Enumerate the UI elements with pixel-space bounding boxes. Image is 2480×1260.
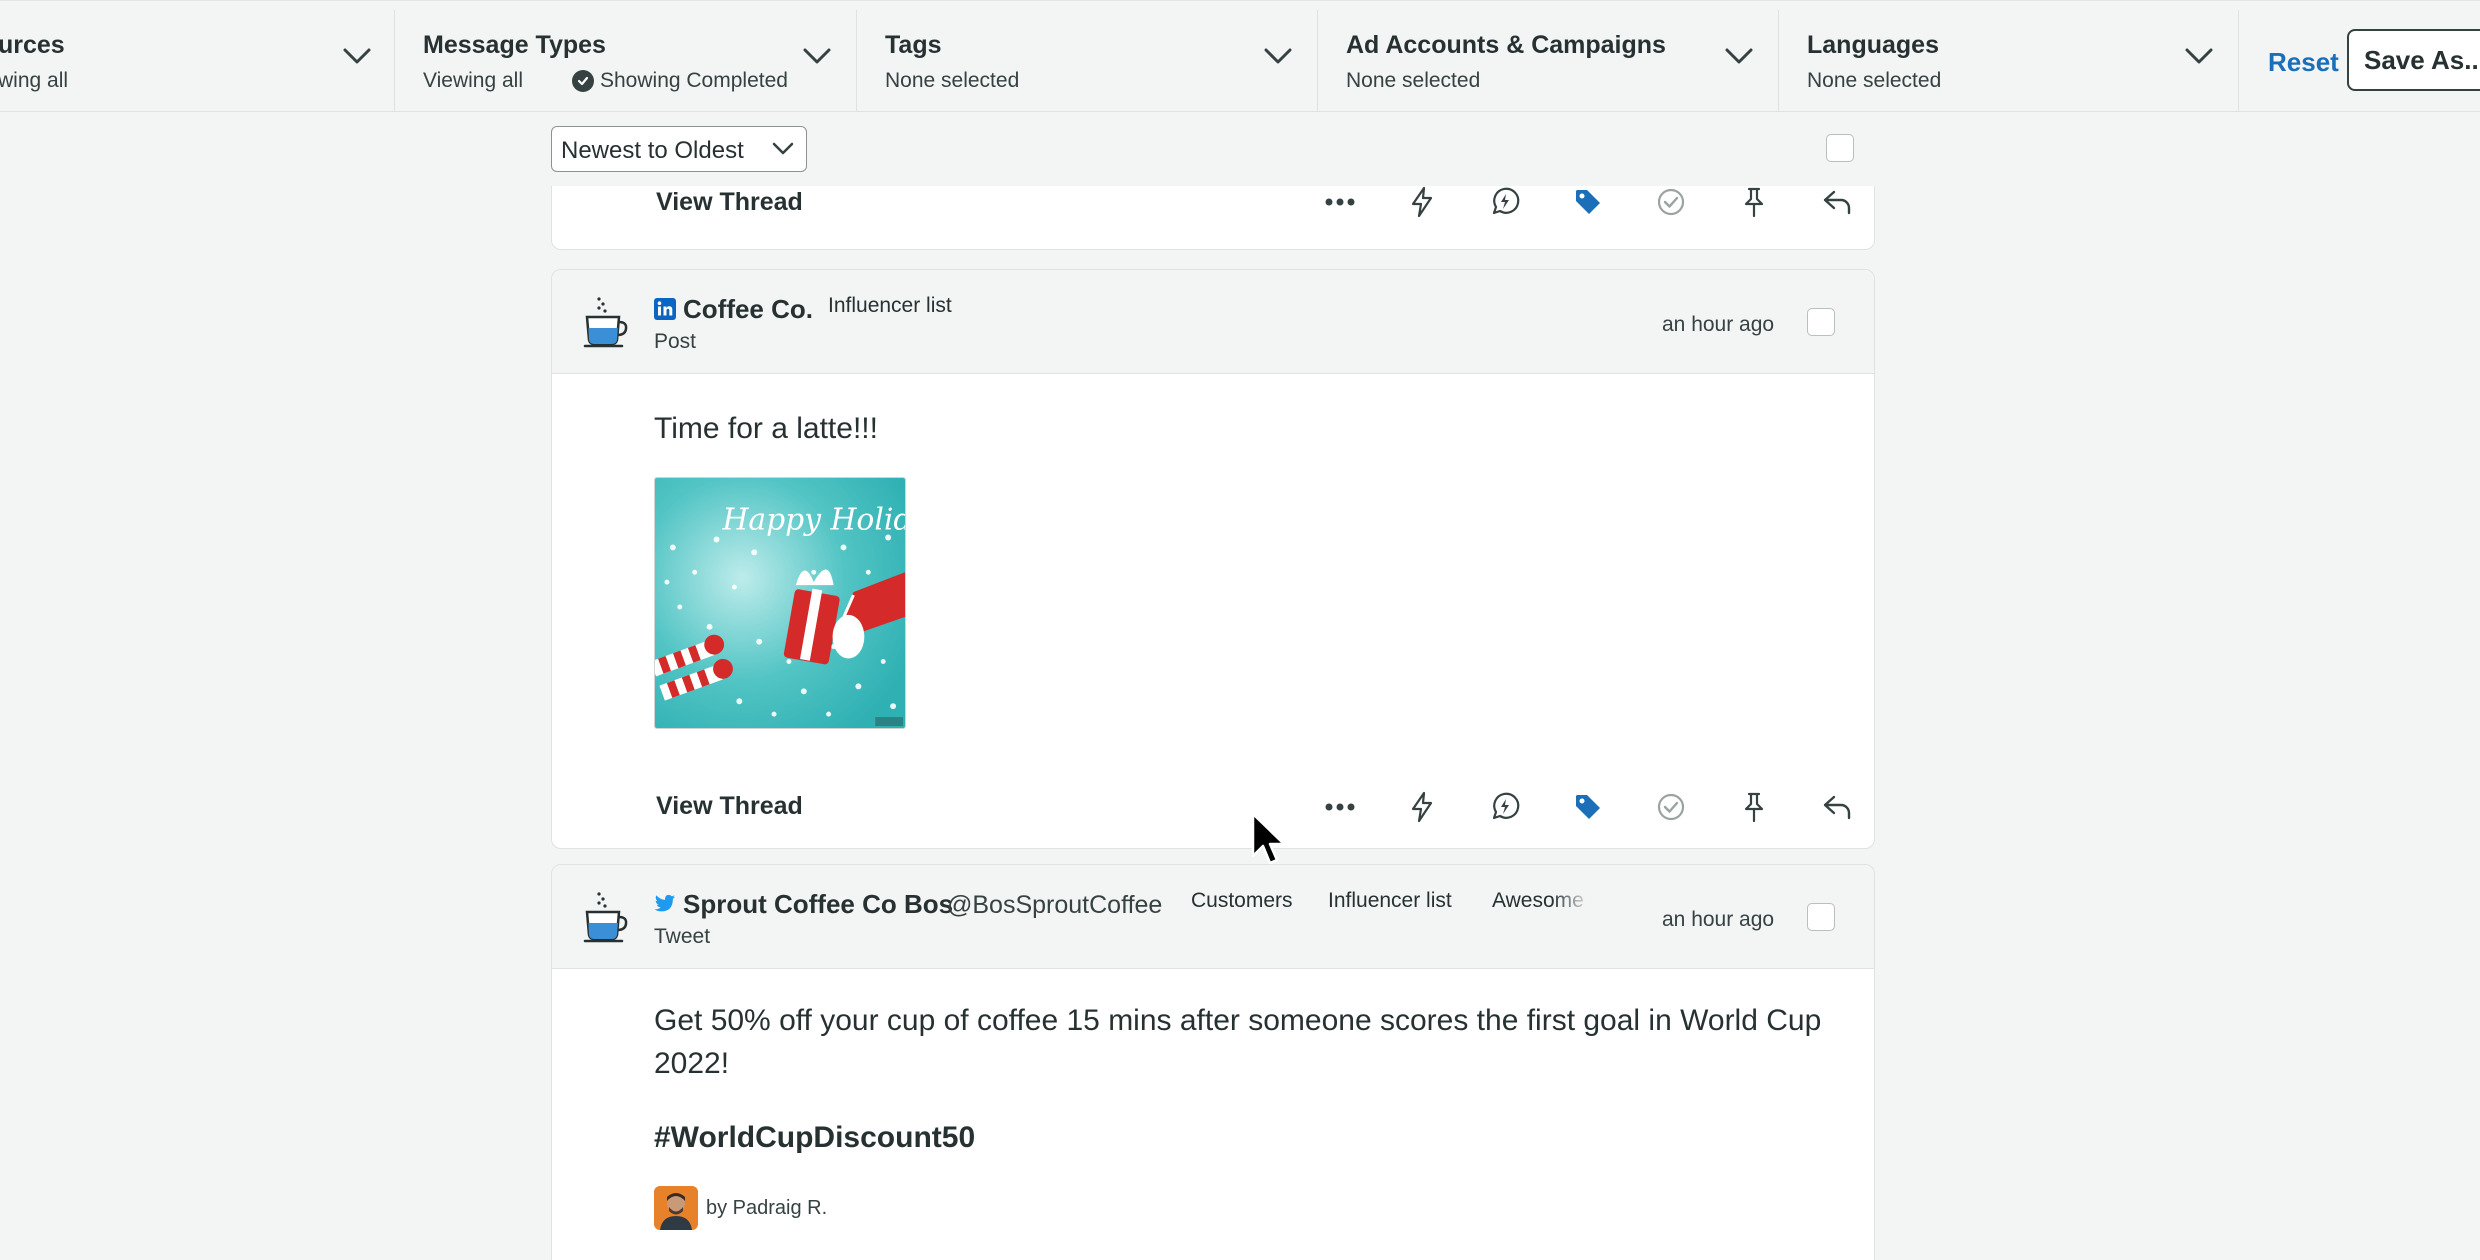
filter-bar: urces wing all Message Types Viewing all…: [0, 0, 2480, 112]
reset-link[interactable]: Reset: [2268, 47, 2339, 78]
author-name[interactable]: Coffee Co.: [683, 294, 813, 325]
reply-icon[interactable]: [1818, 788, 1856, 826]
user-avatar: [654, 1186, 698, 1230]
filter-languages-subtitle: None selected: [1807, 69, 1942, 92]
message-card: Sprout Coffee Co Bos @BosSproutCoffee Cu…: [551, 864, 1875, 1260]
chevron-down-icon[interactable]: [802, 46, 832, 66]
author-handle[interactable]: @BosSproutCoffee: [947, 891, 1162, 920]
message-text-line-1: Get 50% off your cup of coffee 15 mins a…: [654, 1004, 1822, 1037]
tag-icon[interactable]: [1569, 186, 1607, 221]
tag-chip: Customers: [1191, 889, 1293, 912]
complete-icon[interactable]: [1652, 186, 1690, 221]
showing-completed-label: Showing Completed: [600, 69, 788, 92]
timestamp: an hour ago: [1662, 313, 1775, 336]
bolt-icon[interactable]: [1403, 788, 1441, 826]
message-card-previous: View Thread: [551, 186, 1875, 250]
sort-select-value: Newest to Oldest: [561, 137, 744, 164]
message-actions: [552, 788, 1874, 828]
message-type: Post: [654, 330, 697, 353]
filter-sources-subtitle: wing all: [0, 69, 69, 92]
more-icon[interactable]: [1321, 788, 1359, 826]
byline-text: by Padraig R.: [706, 1196, 828, 1219]
linkedin-icon: [654, 298, 676, 320]
save-as-button[interactable]: Save As...: [2347, 29, 2480, 91]
chevron-down-icon[interactable]: [2184, 46, 2214, 66]
chevron-down-icon[interactable]: [1263, 46, 1293, 66]
message-text-line-2: 2022!: [654, 1047, 730, 1080]
hashtag[interactable]: #WorldCupDiscount50: [654, 1121, 975, 1155]
tag-icon[interactable]: [1569, 788, 1607, 826]
filter-message-types-subtitle: Viewing all: [423, 69, 524, 92]
select-all-checkbox[interactable]: [1826, 134, 1854, 162]
chevron-down-icon[interactable]: [1724, 46, 1754, 66]
coffee-cup-avatar: [583, 297, 628, 348]
byline: by Padraig R.: [654, 1186, 827, 1230]
author-name[interactable]: Sprout Coffee Co Bos: [683, 889, 953, 920]
message-text: Time for a latte!!!: [654, 412, 878, 445]
reply-icon[interactable]: [1818, 186, 1856, 221]
pin-icon[interactable]: [1735, 186, 1773, 221]
filter-languages-title: Languages: [1807, 31, 1939, 59]
sort-select[interactable]: Newest to Oldest: [551, 126, 807, 172]
complete-icon[interactable]: [1652, 788, 1690, 826]
filter-message-types-title: Message Types: [423, 31, 606, 59]
chevron-down-icon: [772, 142, 794, 155]
message-header: Coffee Co. Influencer list Post an hour …: [552, 270, 1874, 374]
filter-ad-accounts-title: Ad Accounts & Campaigns: [1346, 31, 1666, 59]
mouse-cursor-icon: [1251, 812, 1286, 865]
truncate-fade: [1552, 885, 1592, 919]
spike-alert-icon[interactable]: [1486, 186, 1524, 221]
message-actions: [552, 186, 1874, 223]
filter-tags[interactable]: Tags None selected: [857, 10, 1318, 112]
message-type: Tweet: [654, 925, 711, 948]
bolt-icon[interactable]: [1403, 186, 1441, 221]
spike-alert-icon[interactable]: [1486, 788, 1524, 826]
filter-message-types[interactable]: Message Types Viewing all Showing Comple…: [395, 10, 857, 112]
filter-ad-accounts-subtitle: None selected: [1346, 69, 1481, 92]
message-feed: View Thread Coffee Co. Influencer list P…: [0, 186, 2480, 1260]
filter-tags-subtitle: None selected: [885, 69, 1020, 92]
tag-chip: Influencer list: [1328, 889, 1452, 912]
filter-ad-accounts[interactable]: Ad Accounts & Campaigns None selected: [1318, 10, 1779, 112]
message-card: Coffee Co. Influencer list Post an hour …: [551, 269, 1875, 849]
more-icon[interactable]: [1321, 186, 1359, 221]
tag-chip-truncated: Awesome Peop: [1492, 865, 1592, 925]
message-checkbox[interactable]: [1807, 308, 1835, 336]
pin-icon[interactable]: [1735, 788, 1773, 826]
post-image-holiday-gift[interactable]: Happy Holidays!: [654, 477, 906, 729]
filter-tags-title: Tags: [885, 31, 942, 59]
check-circle-icon: [572, 70, 594, 92]
twitter-icon: [654, 894, 676, 912]
tag-chip: Influencer list: [828, 294, 952, 317]
filter-sources[interactable]: urces wing all: [0, 10, 395, 112]
message-checkbox[interactable]: [1807, 903, 1835, 931]
chevron-down-icon[interactable]: [342, 46, 372, 66]
coffee-cup-avatar: [583, 892, 628, 943]
filter-languages[interactable]: Languages None selected: [1779, 10, 2239, 112]
message-header: Sprout Coffee Co Bos @BosSproutCoffee Cu…: [552, 865, 1874, 969]
showing-completed-status: Showing Completed: [572, 69, 788, 93]
timestamp: an hour ago: [1662, 908, 1775, 931]
image-caption: Happy Holidays!: [721, 503, 906, 538]
filter-sources-title: urces: [0, 31, 65, 59]
